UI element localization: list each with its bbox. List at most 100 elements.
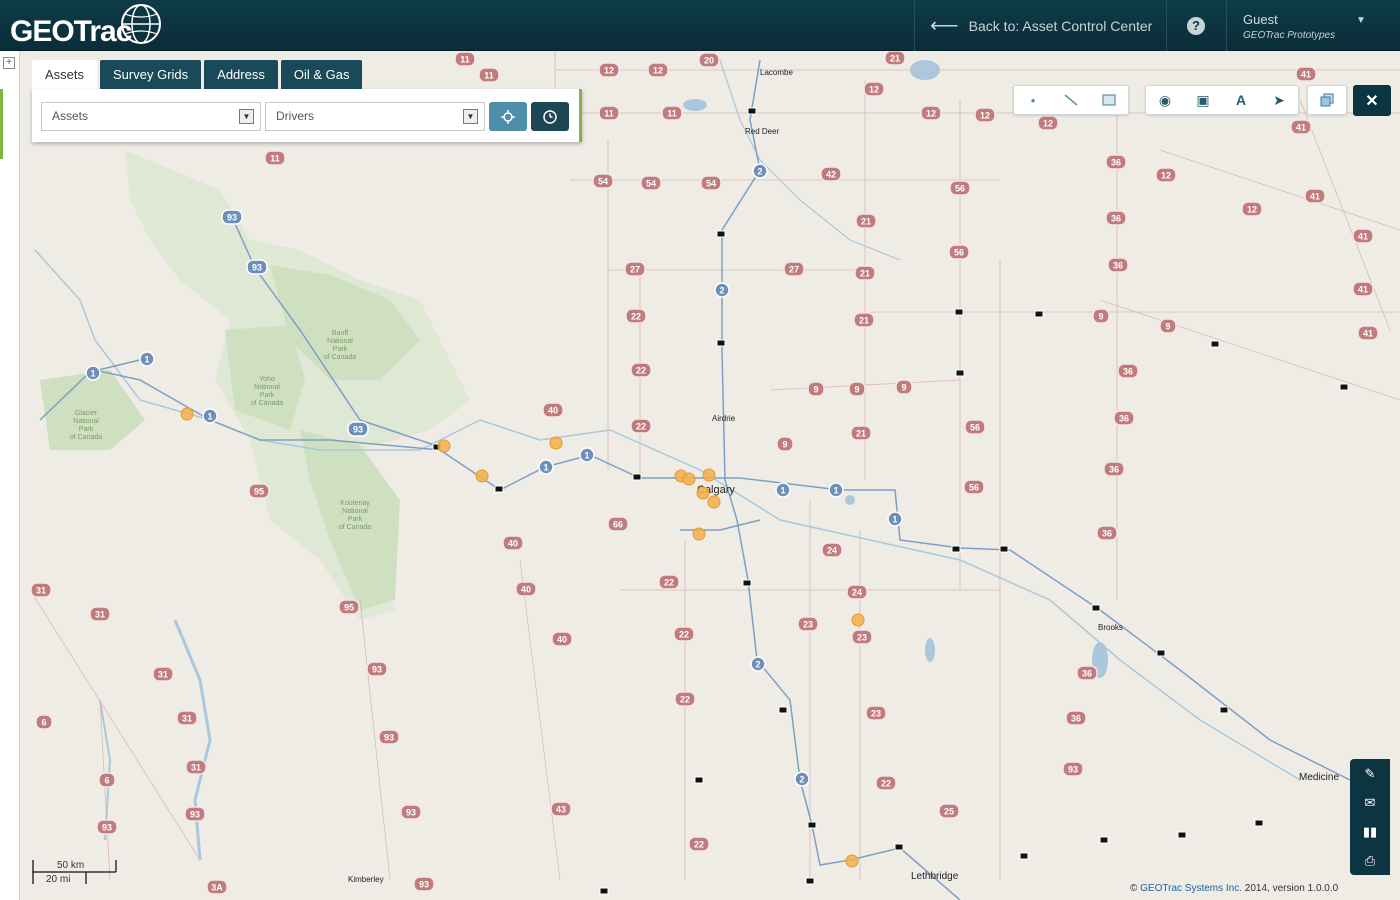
app-header: GEOTrac ⟵ Back to: Asset Control Center … xyxy=(0,0,1400,51)
driver-location-dot[interactable] xyxy=(692,527,706,541)
driver-location-dot[interactable] xyxy=(845,854,859,868)
line-tool-button[interactable] xyxy=(1052,86,1090,114)
highway-shield: 41 xyxy=(1352,228,1374,244)
report-button[interactable]: ▮▮ xyxy=(1350,817,1390,846)
asset-marker[interactable] xyxy=(1091,604,1101,612)
dropdown-arrow-icon: ▼ xyxy=(239,109,254,124)
highway-shield-label: 36 xyxy=(1109,465,1119,475)
highway-shield: 56 xyxy=(948,244,970,260)
asset-marker[interactable] xyxy=(1177,831,1187,839)
highway-shield-label: 12 xyxy=(1161,171,1171,181)
dropdown-arrow-icon: ▼ xyxy=(463,109,478,124)
driver-location-dot[interactable] xyxy=(702,468,716,482)
point-tool-button[interactable]: ● xyxy=(1014,86,1052,114)
rectangle-tool-button[interactable] xyxy=(1090,86,1128,114)
help-button[interactable]: ? xyxy=(1166,0,1226,51)
highway-shield-label: 40 xyxy=(508,539,518,549)
panel-tab-bar: Assets Survey Grids Address Oil & Gas xyxy=(32,60,365,89)
driver-select[interactable]: Drivers ▼ xyxy=(265,102,485,131)
highway-shield: 12 xyxy=(647,62,669,78)
route-marker-label: 1 xyxy=(584,451,589,461)
asset-marker[interactable] xyxy=(1210,340,1220,348)
route-marker: 1 xyxy=(775,482,791,498)
asset-marker[interactable] xyxy=(951,545,961,553)
back-to-control-center-link[interactable]: ⟵ Back to: Asset Control Center xyxy=(930,0,1158,51)
navigate-button[interactable]: ➤ xyxy=(1260,86,1298,114)
highway-shield: 54 xyxy=(700,175,722,191)
asset-marker[interactable] xyxy=(599,887,609,895)
road-button[interactable]: A xyxy=(1222,86,1260,114)
driver-location-dot[interactable] xyxy=(549,436,563,450)
driver-location-dot[interactable] xyxy=(851,613,865,627)
company-link[interactable]: GEOTrac Systems Inc. xyxy=(1140,883,1242,894)
highway-shield-label: 42 xyxy=(826,170,836,180)
route-marker: 2 xyxy=(794,771,810,787)
highway-shield-label: 54 xyxy=(706,179,716,189)
history-button[interactable] xyxy=(531,102,569,131)
asset-marker[interactable] xyxy=(1254,819,1264,827)
asset-marker[interactable] xyxy=(1099,836,1109,844)
asset-marker[interactable] xyxy=(694,776,704,784)
highway-shield: 36 xyxy=(1107,257,1129,273)
asset-marker[interactable] xyxy=(716,230,726,238)
driver-location-dot[interactable] xyxy=(475,469,489,483)
tab-assets[interactable]: Assets xyxy=(32,60,98,89)
highway-shield: 12 xyxy=(974,107,996,123)
globe-button[interactable]: ◉ xyxy=(1146,86,1184,114)
highway-shield: 36 xyxy=(1065,710,1087,726)
asset-marker[interactable] xyxy=(955,369,965,377)
driver-location-dot[interactable] xyxy=(437,439,451,453)
asset-marker[interactable] xyxy=(742,579,752,587)
layers-button[interactable] xyxy=(1308,86,1346,114)
asset-marker[interactable] xyxy=(716,339,726,347)
highway-shield-label: 36 xyxy=(1111,214,1121,224)
question-icon: ? xyxy=(1187,16,1205,35)
tab-address[interactable]: Address xyxy=(204,60,278,89)
highway-shield-label: 21 xyxy=(890,54,900,64)
photo-layer-button[interactable]: ▣ xyxy=(1184,86,1222,114)
asset-marker[interactable] xyxy=(999,545,1009,553)
asset-marker[interactable] xyxy=(805,877,815,885)
highway-shield-label: 11 xyxy=(270,154,280,164)
route-marker-label: 1 xyxy=(833,486,838,496)
attach-button[interactable]: ✎ xyxy=(1350,759,1390,788)
river xyxy=(34,249,1301,781)
highway-shield-label: 12 xyxy=(869,85,879,95)
asset-marker[interactable] xyxy=(632,473,642,481)
asset-type-select[interactable]: Assets ▼ xyxy=(41,102,261,131)
driver-location-dot[interactable] xyxy=(696,486,710,500)
asset-marker[interactable] xyxy=(807,821,817,829)
highway-shield: 36 xyxy=(1103,461,1125,477)
asset-marker[interactable] xyxy=(1156,649,1166,657)
tab-survey-grids[interactable]: Survey Grids xyxy=(100,60,202,89)
clock-icon xyxy=(543,109,557,124)
map-canvas[interactable]: Lacombe Red Deer Airdrie Calgary Brooks … xyxy=(20,51,1400,900)
asset-marker[interactable] xyxy=(894,843,904,851)
driver-location-dot[interactable] xyxy=(180,407,194,421)
highway-shield-label: 41 xyxy=(1301,70,1311,80)
highway-shield-label: 23 xyxy=(871,709,881,719)
highway-shield: 12 xyxy=(1037,115,1059,131)
asset-marker[interactable] xyxy=(954,308,964,316)
asset-marker[interactable] xyxy=(747,107,757,115)
asset-marker[interactable] xyxy=(778,706,788,714)
highway-shield: 41 xyxy=(1295,66,1317,82)
driver-location-dot[interactable] xyxy=(682,472,696,486)
highway-shield: 23 xyxy=(797,616,819,632)
asset-marker[interactable] xyxy=(1219,706,1229,714)
asset-marker[interactable] xyxy=(494,485,504,493)
locate-button[interactable] xyxy=(489,102,527,131)
asset-marker[interactable] xyxy=(1339,383,1349,391)
asset-marker[interactable] xyxy=(1019,852,1029,860)
asset-marker[interactable] xyxy=(1034,310,1044,318)
driver-location-dot[interactable] xyxy=(707,495,721,509)
geotrac-logo[interactable]: GEOTrac xyxy=(8,2,161,50)
print-button[interactable]: ⎙ xyxy=(1350,846,1390,875)
close-button[interactable]: ✕ xyxy=(1353,85,1391,116)
tab-oil-gas[interactable]: Oil & Gas xyxy=(280,60,363,89)
highway-shield-label: 25 xyxy=(944,807,954,817)
highway-shield: 43 xyxy=(550,801,572,817)
email-button[interactable]: ✉ xyxy=(1350,788,1390,817)
expand-sidebar-button[interactable]: + xyxy=(3,57,15,69)
user-menu[interactable]: Guest GEOTrac Prototypes ▼ xyxy=(1228,0,1400,51)
